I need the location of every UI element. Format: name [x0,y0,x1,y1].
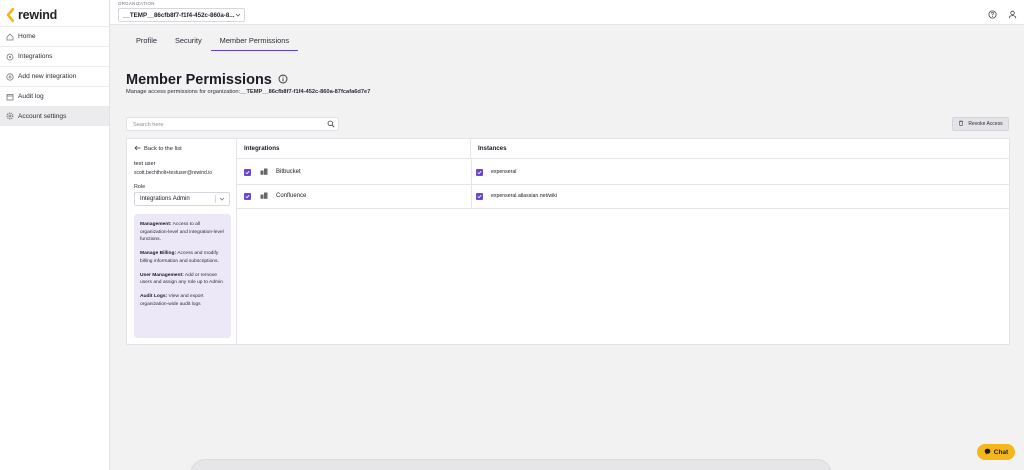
integration-name: Bitbucket [276,169,301,175]
instance-checkbox[interactable] [476,192,483,200]
building-icon [260,192,268,201]
chat-bubble-icon [984,448,991,457]
calendar-icon [6,93,14,101]
sidebar-item-integrations[interactable]: Integrations [0,46,109,66]
table-row-integration: Confluence [244,184,306,208]
info-icon[interactable] [278,72,288,88]
home-icon [6,33,14,41]
member-name: test user [134,161,156,167]
user-icon[interactable] [1008,6,1017,19]
back-label: Back to the list [144,146,182,152]
arrow-left-icon [134,145,141,153]
topbar: ORGANIZATION __TEMP__86cfb8f7-f1f4-452c-… [110,0,1024,25]
sidebar-item-audit-log[interactable]: Audit log [0,86,109,106]
role-select[interactable]: Integrations Admin [134,192,230,206]
plus-circle-icon [6,72,14,81]
sidebar-item-label: Integrations [18,53,53,60]
instances-column-header: Instances [471,139,1009,159]
permission-management: Management: Access to all organization-l… [140,222,224,243]
gear-icon [6,112,14,120]
member-detail-pane: Back to the list test user scott.bechtho… [127,139,237,344]
role-permissions-box: Management: Access to all organization-l… [134,214,231,338]
sidebar-item-add-integration[interactable]: Add new integration [0,66,109,86]
table-row-instance: expenseral.atlassian.net/wiki [476,184,557,208]
sidebar-item-home[interactable]: Home [0,26,109,46]
chevron-down-icon [235,12,241,20]
back-to-list-link[interactable]: Back to the list [134,145,182,153]
rewind-logo[interactable]: rewind [0,0,109,24]
permission-user-management: User Management: Add or remove users and… [140,272,223,286]
subtitle-org: __TEMP__86cfb8f7-f1f4-452c-860a-87fcafa6… [240,89,371,95]
help-icon[interactable] [988,6,997,19]
table-row-instance: expenseral [476,160,516,184]
chat-label: Chat [993,448,1009,456]
chat-button[interactable]: Chat [977,444,1015,460]
page-subtitle: Manage access permissions for organizati… [126,89,370,95]
instance-checkbox[interactable] [476,168,483,176]
settings-tabs: Profile Security Member Permissions [127,33,299,51]
integration-name: Confluence [276,193,307,199]
integration-checkbox[interactable] [244,168,251,176]
permissions-panel: Back to the list test user scott.bechtho… [126,138,1010,345]
revoke-access-button[interactable]: Revoke Access [952,117,1009,131]
tab-security[interactable]: Security [166,33,211,51]
page-title-wrap: Member Permissions [126,72,288,88]
sidebar-item-label: Audit log [18,93,44,100]
row-divider [237,184,1009,185]
tab-member-permissions[interactable]: Member Permissions [210,33,299,51]
search-placeholder: Search here [133,122,164,128]
search-icon[interactable] [327,120,335,130]
subtitle-prefix: Manage access permissions for organizati… [126,89,241,95]
instance-name: expenseral [491,169,517,175]
sidebar: rewind Home Integrations Add new integra… [0,0,110,470]
sidebar-item-label: Add new integration [18,73,77,80]
tab-profile[interactable]: Profile [127,33,166,51]
search-input[interactable]: Search here [126,117,339,131]
org-caption: ORGANIZATION [118,1,155,6]
revoke-access-label: Revoke Access [968,121,1003,127]
integrations-icon [6,53,14,61]
sidebar-nav: Home Integrations Add new integration Au… [0,26,109,126]
org-select[interactable]: __TEMP__86cfb8f7-f1f4-452c-860a-8... [118,8,245,22]
role-value: Integrations Admin [140,196,190,202]
instance-name: expenseral.atlassian.net/wiki [491,193,558,199]
integrations-column-header: Integrations [237,139,471,159]
permission-audit-logs: Audit Logs: View and export organization… [140,293,204,307]
page-title: Member Permissions [126,72,272,88]
org-select-value: __TEMP__86cfb8f7-f1f4-452c-860a-8... [123,12,235,19]
sidebar-item-label: Account settings [18,112,67,120]
bottom-bar [190,459,832,470]
role-label: Role [134,184,146,190]
trash-icon [958,120,964,128]
rewind-logo-icon [6,7,14,22]
chevron-down-icon [219,196,225,204]
sidebar-item-label: Home [18,33,36,40]
select-divider [215,195,216,203]
member-email: scott.bechtholt+testuser@rewind.io [134,170,213,176]
table-row-integration: Bitbucket [244,160,301,184]
building-icon [260,168,268,177]
brand-name: rewind [18,7,58,22]
row-divider [237,208,1009,209]
sidebar-item-account-settings[interactable]: Account settings [0,106,109,126]
integration-checkbox[interactable] [244,192,251,200]
permission-billing: Manage Billing: Access and modify billin… [140,251,219,264]
